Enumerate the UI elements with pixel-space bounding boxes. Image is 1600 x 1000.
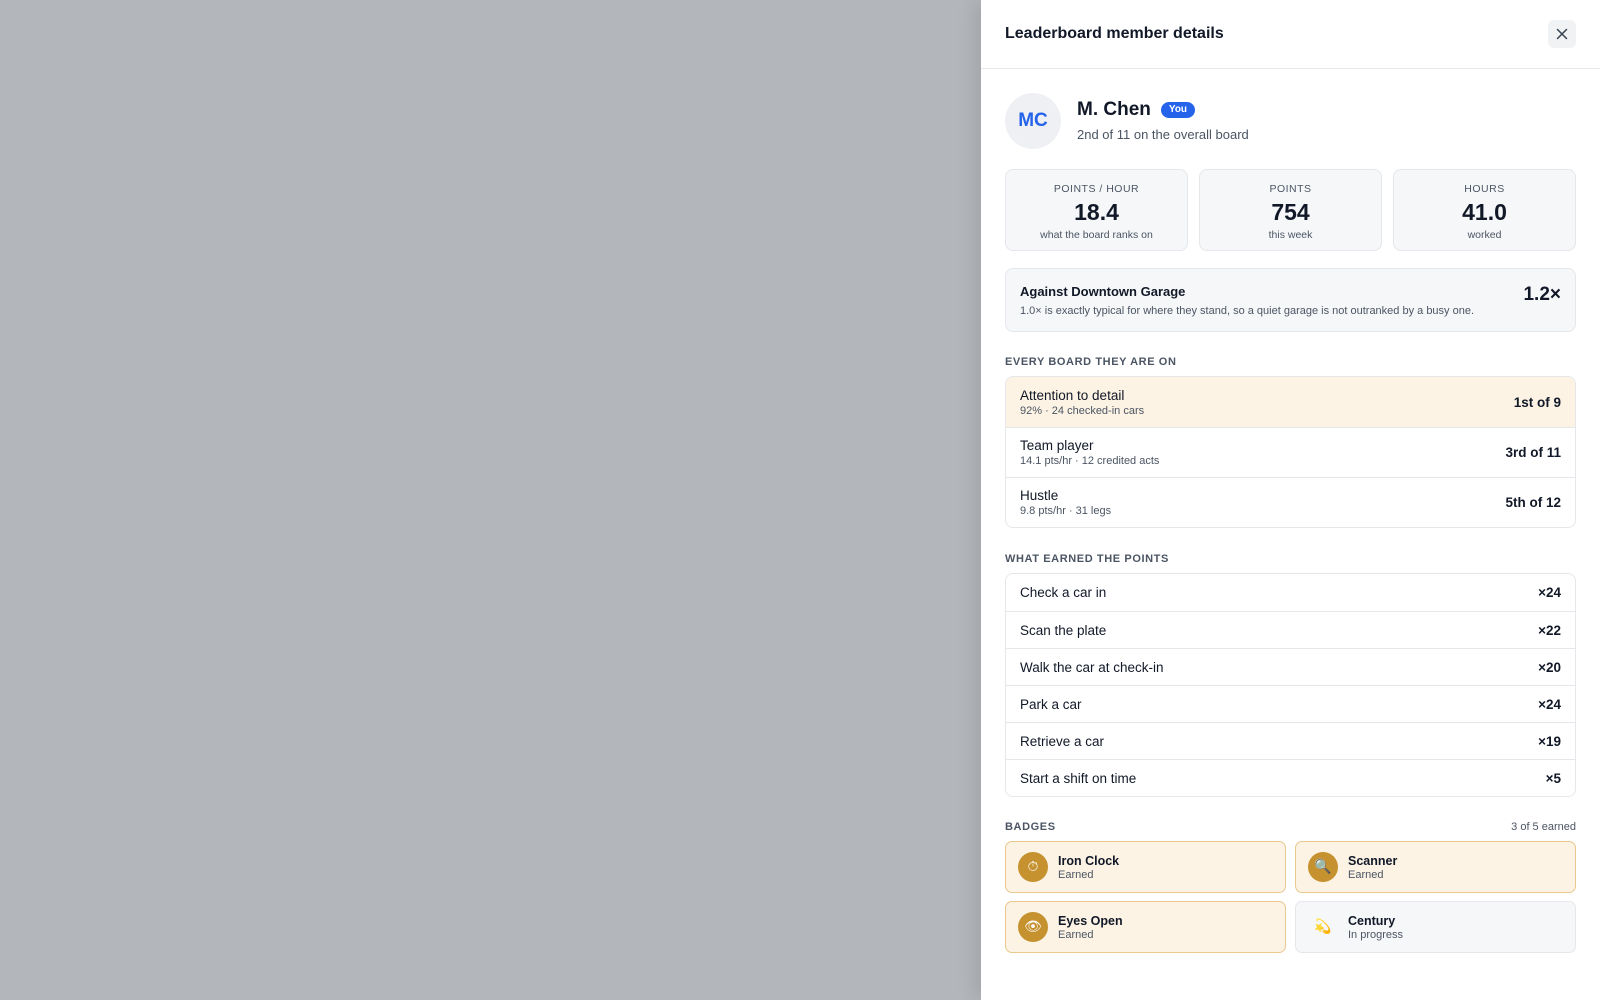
stat-label: Points / hour (1053, 183, 1140, 195)
avatar: MC (1005, 92, 1061, 149)
you-badge: You (1160, 102, 1196, 118)
badge-status: Earned (1058, 868, 1094, 881)
badge-card-eyes-open[interactable]: 👁 Eyes Open Earned (1005, 901, 1286, 953)
close-button[interactable] (1548, 20, 1576, 48)
point-label: Check a car in (1020, 585, 1107, 600)
member-info: M. Chen You 2nd of 11 on the overall boa… (1077, 99, 1249, 142)
stat-label: Points (1269, 183, 1312, 195)
board-name: Team player (1020, 438, 1094, 453)
point-label: Scan the plate (1020, 622, 1107, 638)
point-row: Start a shift on time ×5 (1006, 759, 1575, 796)
stopwatch-icon: ⏱ (1018, 852, 1048, 882)
badges-grid: ⏱ Iron Clock Earned 🔍 Scanner Earned 👁 E… (1005, 841, 1576, 953)
point-count: ×19 (1538, 733, 1561, 749)
board-detail: 92% · 24 checked-in cars (1020, 404, 1145, 417)
point-count: ×24 (1538, 585, 1561, 600)
stat-sub: this week (1268, 229, 1313, 241)
badge-text: Eyes Open Earned (1058, 914, 1123, 941)
badge-card-iron-clock[interactable]: ⏱ Iron Clock Earned (1005, 841, 1286, 893)
boards-list: Attention to detail 92% · 24 checked-in … (1005, 376, 1576, 528)
badge-card-scanner[interactable]: 🔍 Scanner Earned (1295, 841, 1576, 893)
badges-section-header: Badges 3 of 5 earned (1005, 821, 1576, 833)
badge-name: Century (1348, 913, 1396, 928)
point-row: Retrieve a car ×19 (1006, 722, 1575, 759)
board-rank: 5th of 12 (1505, 495, 1561, 510)
board-rank: 1st of 9 (1513, 394, 1561, 410)
comparison-multiplier: 1.2× (1523, 284, 1561, 305)
close-icon (1556, 28, 1568, 40)
point-row: Park a car ×24 (1006, 685, 1575, 722)
point-count: ×24 (1538, 696, 1561, 712)
member-details-drawer: Leaderboard member details MC M. Chen Yo… (981, 0, 1600, 1000)
board-info: Attention to detail 92% · 24 checked-in … (1020, 388, 1144, 417)
badges-count: 3 of 5 earned (1511, 821, 1576, 833)
comparison-title: Against Downtown Garage (1020, 283, 1186, 299)
garage-comparison-card: Against Downtown Garage 1.0× is exactly … (1005, 268, 1576, 332)
badge-status: Earned (1058, 928, 1094, 941)
board-rank: 3rd of 11 (1505, 445, 1561, 460)
stat-sub: worked (1467, 229, 1502, 241)
points-section-title: What earned the points (1005, 553, 1169, 565)
comparison-description: 1.0× is exactly typical for where they s… (1020, 304, 1475, 317)
point-label: Walk the car at check-in (1020, 659, 1164, 675)
name-row: M. Chen You (1077, 99, 1249, 121)
point-label: Retrieve a car (1020, 733, 1105, 749)
badge-status: In progress (1348, 928, 1404, 941)
badge-name: Scanner (1348, 853, 1398, 868)
rank-summary: 2nd of 11 on the overall board (1077, 127, 1249, 142)
badge-name: Iron Clock (1058, 853, 1120, 868)
badges-section-title: Badges (1005, 821, 1056, 833)
stat-value: 41.0 (1462, 199, 1507, 225)
stat-card-hours: Hours 41.0 worked (1393, 169, 1576, 251)
board-name: Attention to detail (1020, 387, 1125, 403)
modal-backdrop[interactable] (0, 0, 981, 1000)
board-info: Hustle 9.8 pts/hr · 31 legs (1020, 488, 1111, 517)
badge-text: Century In progress (1348, 914, 1403, 941)
stat-label: Hours (1464, 183, 1505, 195)
badge-name: Eyes Open (1058, 913, 1123, 928)
member-name: M. Chen (1077, 99, 1151, 120)
stat-sub: what the board ranks on (1040, 229, 1153, 241)
board-row[interactable]: Team player 14.1 pts/hr · 12 credited ac… (1006, 427, 1575, 477)
eye-icon: 👁 (1018, 912, 1048, 942)
board-name: Hustle (1020, 488, 1059, 503)
drawer-body: MC M. Chen You 2nd of 11 on the overall … (981, 69, 1600, 953)
magnifier-icon: 🔍 (1308, 852, 1338, 882)
badge-status: Earned (1348, 868, 1384, 881)
boards-section-title: Every board they are on (1005, 356, 1177, 368)
member-profile: MC M. Chen You 2nd of 11 on the overall … (1005, 92, 1576, 149)
stats-row: Points / hour 18.4 what the board ranks … (1005, 169, 1576, 251)
point-count: ×22 (1538, 622, 1561, 638)
point-count: ×5 (1545, 770, 1561, 786)
stat-card-points-per-hour: Points / hour 18.4 what the board ranks … (1005, 169, 1188, 251)
comparison-text: Against Downtown Garage 1.0× is exactly … (1020, 284, 1474, 317)
point-row: Scan the plate ×22 (1006, 611, 1575, 648)
stat-value: 754 (1271, 199, 1310, 225)
point-count: ×20 (1538, 659, 1561, 675)
point-label: Park a car (1020, 696, 1082, 712)
point-row: Walk the car at check-in ×20 (1006, 648, 1575, 685)
drawer-title: Leaderboard member details (1005, 25, 1224, 42)
stat-value: 18.4 (1074, 199, 1119, 225)
badge-text: Iron Clock Earned (1058, 854, 1119, 881)
point-label: Start a shift on time (1020, 770, 1137, 786)
board-info: Team player 14.1 pts/hr · 12 credited ac… (1020, 438, 1159, 467)
board-row[interactable]: Hustle 9.8 pts/hr · 31 legs 5th of 12 (1006, 477, 1575, 527)
points-list: Check a car in ×24 Scan the plate ×22 Wa… (1005, 573, 1576, 797)
badge-card-century[interactable]: 💫 Century In progress (1295, 901, 1576, 953)
century-icon: 💫 (1314, 919, 1332, 935)
board-row[interactable]: Attention to detail 92% · 24 checked-in … (1006, 377, 1575, 427)
stat-card-points: Points 754 this week (1199, 169, 1382, 251)
point-row: Check a car in ×24 (1006, 574, 1575, 611)
drawer-header: Leaderboard member details (981, 0, 1600, 69)
board-detail: 9.8 pts/hr · 31 legs (1020, 505, 1112, 517)
board-detail: 14.1 pts/hr · 12 credited acts (1020, 455, 1160, 467)
badge-text: Scanner Earned (1348, 854, 1397, 881)
